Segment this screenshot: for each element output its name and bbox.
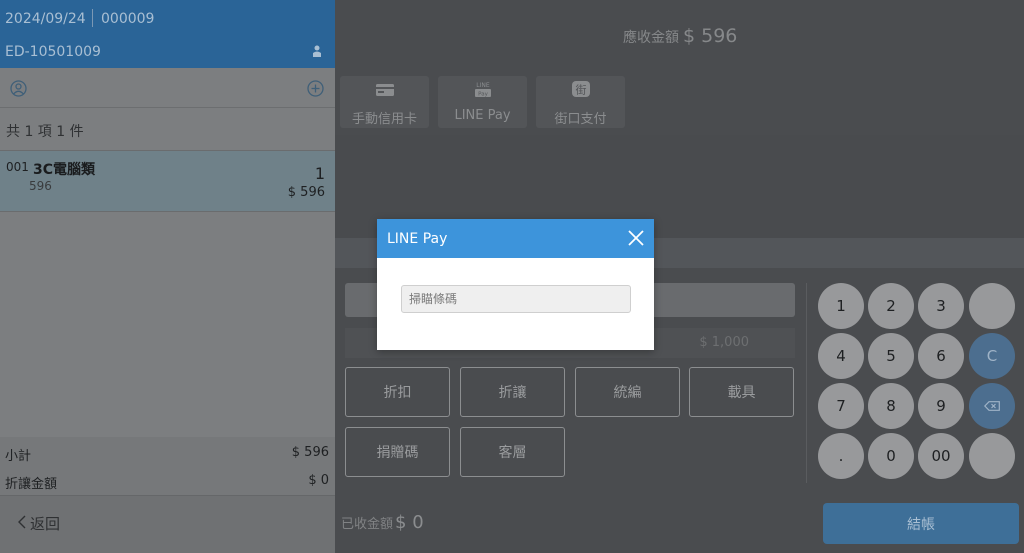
order-header: 2024/09/24 000009 ED-10501009: [0, 0, 335, 68]
quick-cash-1000[interactable]: $ 1,000: [699, 335, 749, 350]
key-2[interactable]: 2: [868, 283, 914, 329]
order-number: 000009: [101, 11, 155, 27]
tax-id-button[interactable]: 統編: [575, 367, 680, 417]
jkopay-icon: 街: [571, 81, 590, 97]
checkout-button[interactable]: 結帳: [823, 503, 1019, 544]
item-number: 001: [6, 160, 29, 174]
key-4[interactable]: 4: [818, 333, 864, 379]
key-blank-bottom[interactable]: [969, 433, 1015, 479]
close-icon[interactable]: [627, 229, 645, 247]
manual-credit-card-label: 手動信用卡: [351, 112, 417, 127]
member-row: [0, 68, 335, 108]
card-icon: [375, 84, 394, 96]
svg-text:Pay: Pay: [478, 91, 488, 97]
back-label: 返回: [30, 515, 61, 533]
key-0[interactable]: 0: [868, 433, 914, 479]
key-1[interactable]: 1: [818, 283, 864, 329]
amount-due-label: 應收金額: [623, 30, 679, 46]
manual-credit-card-button[interactable]: 手動信用卡: [340, 76, 429, 128]
back-button[interactable]: 返回: [0, 495, 335, 553]
backspace-icon: [984, 401, 1000, 411]
key-9[interactable]: 9: [918, 383, 964, 429]
item-quantity: 1: [314, 164, 325, 183]
line-pay-icon: LINE Pay: [474, 82, 491, 97]
user-icon[interactable]: [312, 45, 322, 57]
amount-received: 已收金額 $ 0: [341, 512, 424, 533]
discount-value: $ 0: [308, 473, 329, 488]
key-6[interactable]: 6: [918, 333, 964, 379]
amount-received-value: $ 0: [395, 512, 424, 533]
svg-text:LINE: LINE: [476, 82, 490, 89]
terminal-id: ED-10501009: [5, 44, 101, 60]
jkopay-button[interactable]: 街 街口支付: [536, 76, 625, 128]
dialog-header: LINE Pay: [377, 219, 654, 258]
cart-count: 共 1 項 1 件: [6, 124, 84, 140]
amount-due: 應收金額 $ 596: [623, 25, 737, 47]
allowance-button[interactable]: 折讓: [460, 367, 565, 417]
key-5[interactable]: 5: [868, 333, 914, 379]
carrier-button[interactable]: 載具: [689, 367, 794, 417]
key-00[interactable]: 00: [918, 433, 964, 479]
key-dot[interactable]: .: [818, 433, 864, 479]
discount-button[interactable]: 折扣: [345, 367, 450, 417]
add-member-icon[interactable]: [307, 80, 324, 97]
key-blank-top[interactable]: [969, 283, 1015, 329]
item-name: 3C電腦類: [33, 162, 96, 178]
member-icon[interactable]: [10, 80, 27, 97]
line-pay-label: LINE Pay: [454, 108, 511, 123]
subtotal-label: 小計: [5, 449, 32, 464]
item-amount: $ 596: [287, 185, 325, 200]
subtotal-value: $ 596: [291, 445, 329, 460]
key-clear[interactable]: C: [969, 333, 1015, 379]
discount-label: 折讓金額: [5, 477, 58, 492]
cart-item[interactable]: 001 3C電腦類 596 1 $ 596: [0, 150, 335, 212]
svg-text:街: 街: [575, 83, 586, 97]
line-pay-dialog: LINE Pay: [377, 219, 654, 350]
key-3[interactable]: 3: [918, 283, 964, 329]
order-date: 2024/09/24: [5, 11, 86, 27]
key-8[interactable]: 8: [868, 383, 914, 429]
amount-due-value: $ 596: [683, 25, 738, 47]
donation-code-button[interactable]: 捐贈碼: [345, 427, 450, 477]
line-pay-button[interactable]: LINE Pay LINE Pay: [438, 76, 527, 128]
customer-segment-button[interactable]: 客層: [460, 427, 565, 477]
key-7[interactable]: 7: [818, 383, 864, 429]
order-panel: 2024/09/24 000009 ED-10501009 共 1 項 1 件 …: [0, 0, 335, 553]
dialog-title: LINE Pay: [387, 231, 448, 247]
amount-received-label: 已收金額: [341, 517, 394, 532]
keypad-divider: [806, 283, 807, 483]
key-backspace[interactable]: [969, 383, 1015, 429]
header-separator: [92, 9, 93, 27]
barcode-input[interactable]: [401, 285, 631, 313]
totals-section: 小計 $ 596 折讓金額 $ 0: [0, 437, 335, 495]
jkopay-label: 街口支付: [554, 112, 607, 127]
chevron-left-icon: [18, 515, 26, 529]
item-unit-price: 596: [29, 179, 52, 193]
